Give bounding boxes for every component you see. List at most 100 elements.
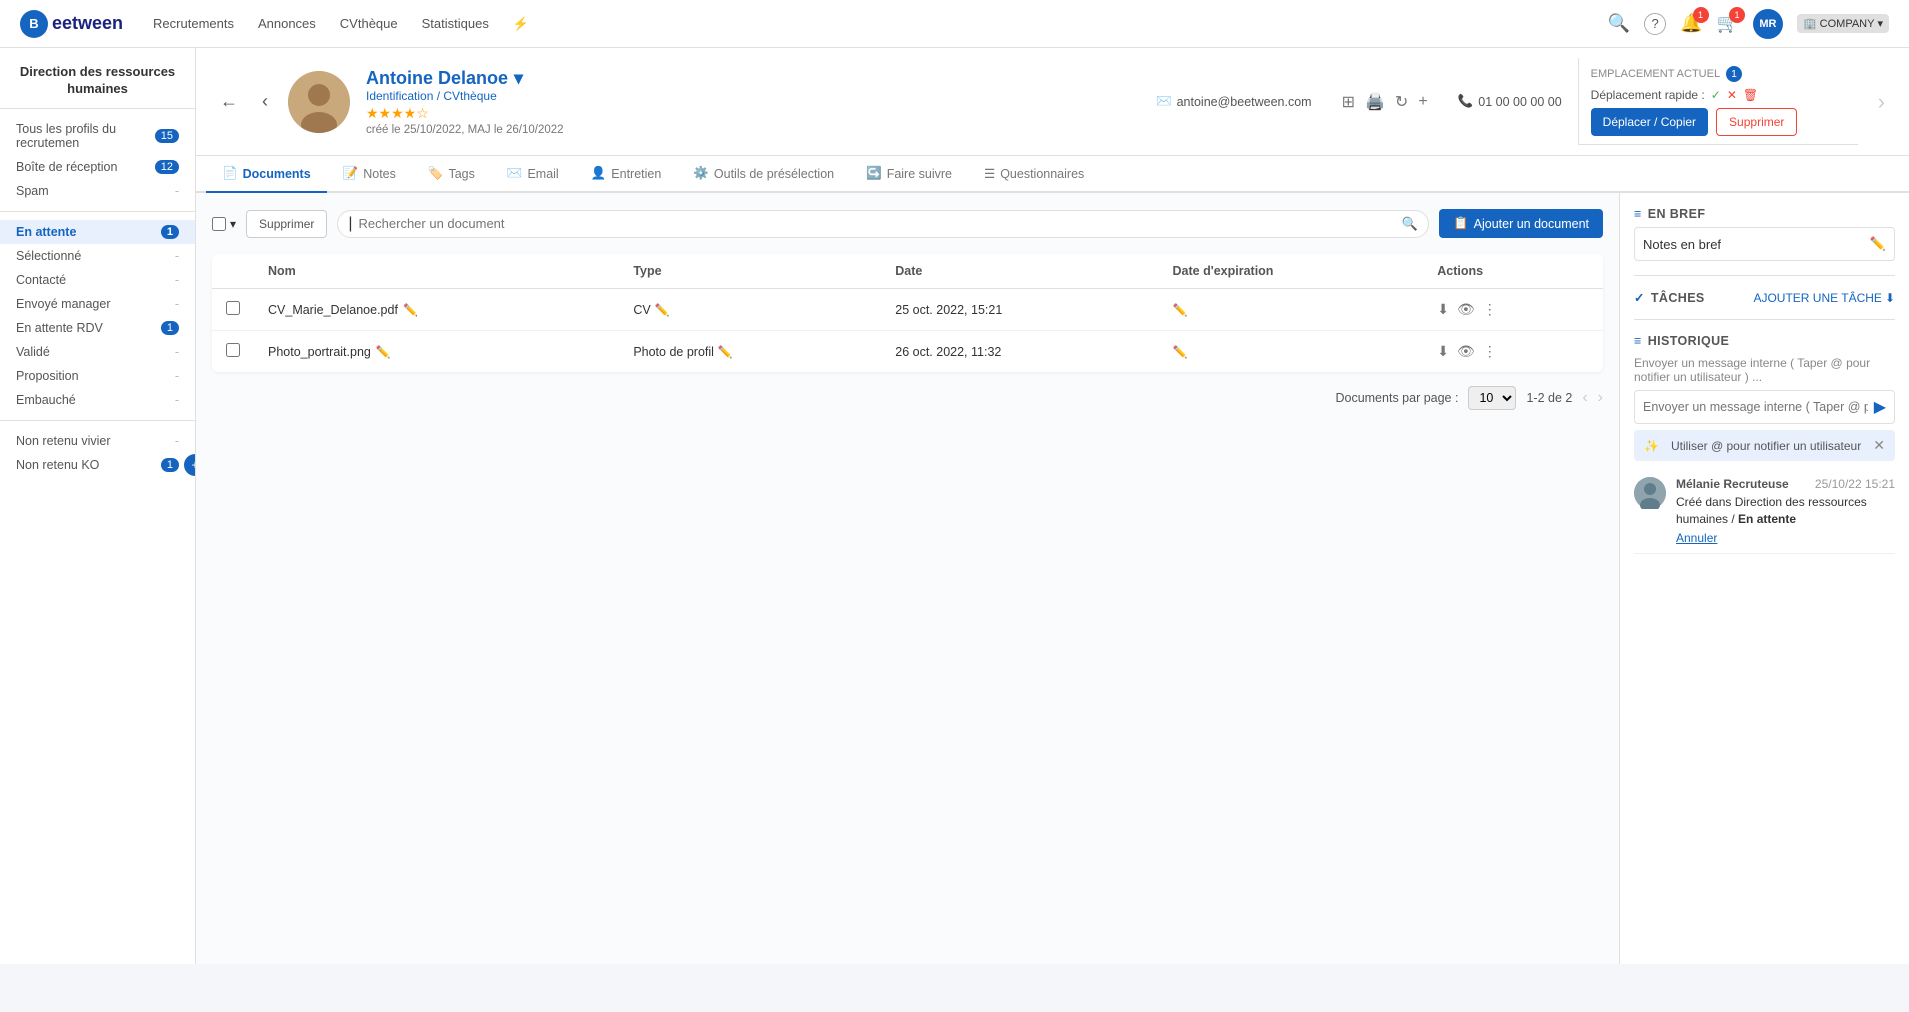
per-page-select[interactable]: 10: [1468, 386, 1516, 410]
row2-checkbox[interactable]: [226, 343, 240, 357]
sidebar-item-proposition[interactable]: Proposition -: [0, 364, 195, 388]
topnav-menu: Recrutements Annonces CVthèque Statistiq…: [153, 16, 1608, 32]
search-icon[interactable]: 🔍: [1608, 13, 1630, 34]
print-icon[interactable]: 🖨️: [1365, 92, 1385, 112]
row1-checkbox[interactable]: [226, 301, 240, 315]
company-logo[interactable]: 🏢 COMPANY ▾: [1797, 14, 1889, 33]
nav-cvtheque[interactable]: CVthèque: [340, 16, 398, 32]
next-page-icon[interactable]: ›: [1598, 389, 1603, 407]
row1-download-button[interactable]: ⬇: [1437, 301, 1449, 318]
sidebar-item-en-attente[interactable]: En attente 1: [0, 220, 195, 244]
sidebar-item-embauche[interactable]: Embauché -: [0, 388, 195, 412]
row2-expiry-edit-icon[interactable]: ✏️: [1173, 345, 1188, 359]
row2-name-link[interactable]: Photo_portrait.png ✏️: [268, 345, 605, 359]
tab-documents[interactable]: 📄 Documents: [206, 156, 327, 193]
sidebar-dash-proposition: -: [175, 369, 179, 383]
row2-view-button[interactable]: 👁: [1457, 343, 1475, 360]
placement-trash-icon[interactable]: 🗑: [1743, 88, 1758, 102]
help-icon[interactable]: ?: [1644, 13, 1666, 35]
sidebar-item-spam[interactable]: Spam -: [0, 179, 195, 203]
tags-tab-label: Tags: [448, 167, 474, 181]
sidebar-item-contacte[interactable]: Contacté -: [0, 268, 195, 292]
hint-close-icon[interactable]: ✕: [1873, 437, 1885, 454]
taches-title: ✓ TÂCHES: [1634, 290, 1705, 305]
panel-separator-2: [1634, 319, 1895, 320]
faire-suivre-tab-label: Faire suivre: [887, 167, 952, 181]
delete-placement-button[interactable]: Supprimer: [1716, 108, 1797, 136]
row2-download-button[interactable]: ⬇: [1437, 343, 1449, 360]
notifications-icon[interactable]: 🔔 1: [1680, 13, 1702, 34]
row2-edit-icon[interactable]: ✏️: [376, 345, 391, 359]
sidebar-item-selectionne[interactable]: Sélectionné -: [0, 244, 195, 268]
nav-statistiques[interactable]: Statistiques: [422, 16, 489, 32]
history-text-bold: En attente: [1738, 512, 1796, 526]
candidate-dropdown-icon[interactable]: ▾: [514, 68, 523, 89]
tab-tags[interactable]: 🏷️ Tags: [412, 156, 491, 193]
sidebar-item-envoye-manager[interactable]: Envoyé manager -: [0, 292, 195, 316]
delete-button[interactable]: Supprimer: [246, 210, 327, 238]
add-task-arrow-icon: ⬇: [1885, 291, 1895, 305]
tab-entretien[interactable]: 👤 Entretien: [575, 156, 678, 193]
candidate-contact: ✉️ antoine@beetween.com ⊞ 🖨️ ↻ + 📞 01 00…: [1156, 92, 1562, 112]
candidate-link[interactable]: Identification / CVthèque: [366, 89, 1140, 103]
select-all-checkbox[interactable]: [212, 217, 226, 231]
send-message-icon[interactable]: ▶: [1874, 397, 1886, 417]
sidebar-dash-envoye-manager: -: [175, 297, 179, 311]
sidebar-item-non-retenu-ko[interactable]: Non retenu KO 1 +: [0, 453, 195, 477]
documents-tab-label: Documents: [243, 167, 311, 181]
search-docs-icon[interactable]: 🔍: [1402, 216, 1418, 232]
tab-email[interactable]: ✉️ Email: [491, 156, 575, 193]
placement-panel: EMPLACEMENT ACTUEL 1 Déplacement rapide …: [1578, 58, 1858, 145]
history-cancel-link[interactable]: Annuler: [1676, 531, 1717, 545]
table-row: Photo_portrait.png ✏️ Photo de profil ✏️: [212, 331, 1603, 373]
nav-annonces[interactable]: Annonces: [258, 16, 316, 32]
notes-edit-icon[interactable]: ✏️: [1870, 236, 1886, 252]
sidebar-item-valide[interactable]: Validé -: [0, 340, 195, 364]
sidebar-item-non-retenu-vivier[interactable]: Non retenu vivier -: [0, 429, 195, 453]
row2-more-button[interactable]: ⋮: [1483, 343, 1497, 360]
placement-check-icon[interactable]: ✓: [1711, 88, 1721, 102]
grid-icon[interactable]: ⊞: [1342, 92, 1355, 112]
nav-recrutements[interactable]: Recrutements: [153, 16, 234, 32]
logo[interactable]: B eetween: [20, 10, 123, 38]
row1-expiry-edit-icon[interactable]: ✏️: [1173, 303, 1188, 317]
row2-type-edit-icon[interactable]: ✏️: [718, 345, 733, 359]
row1-view-button[interactable]: 👁: [1457, 301, 1475, 318]
back-arrow-icon[interactable]: ←: [216, 87, 242, 116]
row1-type-edit-icon[interactable]: ✏️: [655, 303, 670, 317]
move-copy-button[interactable]: Déplacer / Copier: [1591, 108, 1708, 136]
history-time: 25/10/22 15:21: [1815, 477, 1895, 491]
add-document-button[interactable]: 📋 Ajouter un document: [1439, 209, 1603, 238]
historique-input[interactable]: [1643, 400, 1868, 414]
row2-checkbox-cell: [212, 331, 254, 373]
plus-icon[interactable]: +: [1418, 93, 1427, 111]
prev-arrow-icon[interactable]: ‹: [258, 87, 272, 116]
row1-more-button[interactable]: ⋮: [1483, 301, 1497, 318]
row1-name-link[interactable]: CV_Marie_Delanoe.pdf ✏️: [268, 303, 605, 317]
tab-questionnaires[interactable]: ☰ Questionnaires: [968, 156, 1100, 193]
sidebar-item-en-attente-rdv[interactable]: En attente RDV 1: [0, 316, 195, 340]
placement-x-icon[interactable]: ✕: [1727, 88, 1737, 102]
row1-edit-icon[interactable]: ✏️: [403, 303, 418, 317]
search-input[interactable]: [359, 216, 1396, 231]
sidebar-item-tous[interactable]: Tous les profils du recrutemen 15: [0, 117, 195, 155]
cart-icon[interactable]: 🛒 1: [1717, 13, 1739, 34]
candidate-phone: 01 00 00 00 00: [1478, 95, 1561, 109]
taches-header: ✓ TÂCHES AJOUTER UNE TÂCHE ⬇: [1634, 290, 1895, 305]
nav-flash[interactable]: ⚡: [513, 16, 529, 32]
user-avatar[interactable]: MR: [1753, 9, 1783, 39]
placement-title-text: EMPLACEMENT ACTUEL: [1591, 68, 1720, 80]
prev-page-icon[interactable]: ‹: [1582, 389, 1587, 407]
tab-notes[interactable]: 📝 Notes: [327, 156, 412, 193]
row1-type-text: CV: [633, 303, 650, 317]
refresh-icon[interactable]: ↻: [1395, 92, 1408, 112]
tab-faire-suivre[interactable]: ↪️ Faire suivre: [850, 156, 968, 193]
blue-dot-icon[interactable]: +: [184, 454, 196, 476]
table-row: CV_Marie_Delanoe.pdf ✏️ CV ✏️ 25 oct: [212, 289, 1603, 331]
checkbox-dropdown-icon[interactable]: ▾: [230, 217, 236, 231]
tab-preselection[interactable]: ⚙️ Outils de présélection: [677, 156, 850, 193]
next-arrow-icon[interactable]: ›: [1874, 85, 1889, 119]
sidebar-item-boite[interactable]: Boîte de réception 12: [0, 155, 195, 179]
en-bref-label: EN BREF: [1648, 207, 1706, 221]
add-task-link[interactable]: AJOUTER UNE TÂCHE ⬇: [1753, 291, 1895, 305]
